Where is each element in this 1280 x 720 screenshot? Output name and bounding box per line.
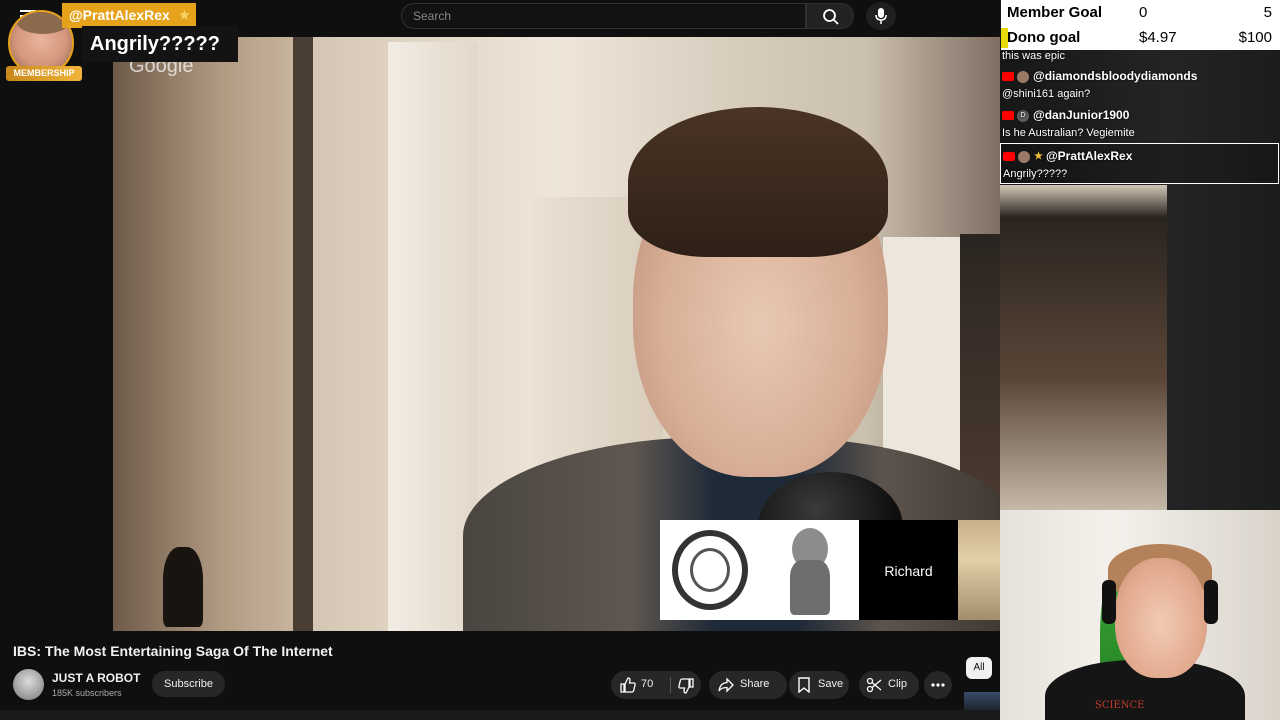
thumbs-up-icon	[620, 677, 636, 693]
clip-label: Clip	[888, 678, 907, 690]
save-icon	[798, 677, 810, 693]
youtube-icon	[1002, 72, 1014, 82]
dono-goal-current: $4.97	[1139, 29, 1177, 46]
mic-icon	[875, 8, 887, 24]
more-icon	[931, 683, 945, 687]
search-placeholder: Search	[413, 9, 452, 23]
chat-message-user: @diamondsbloodydiamonds	[1002, 69, 1197, 85]
search-input[interactable]: Search	[401, 3, 806, 29]
youtube-icon	[1003, 152, 1015, 162]
chat-message-text: Angrily?????	[1003, 168, 1068, 180]
voice-search-button[interactable]	[866, 2, 896, 30]
dono-goal-target: $100	[1238, 29, 1272, 46]
seal-inner-ring	[690, 548, 730, 592]
search-icon	[823, 9, 839, 25]
ouroboros-seal-image	[660, 520, 760, 620]
more-actions-button[interactable]	[924, 671, 952, 699]
member-goal-target: 5	[1263, 4, 1272, 21]
stream-layout: Search Google Richard MEMBERSHIP @PrattA…	[0, 0, 1280, 720]
chat-message-text: Is he Australian? Vegiemite	[1002, 127, 1135, 139]
dislike-button[interactable]	[671, 671, 701, 699]
bust-beard	[790, 560, 830, 615]
lower-third-graphic: Richard	[660, 520, 1000, 620]
video-background-wall	[113, 37, 293, 631]
save-label: Save	[818, 678, 844, 690]
lower-third-name: Richard	[884, 563, 933, 579]
chat-avatar: D	[1017, 109, 1029, 122]
youtube-icon	[1002, 111, 1014, 121]
channel-subscriber-count: 185K subscribers	[52, 688, 122, 698]
share-icon	[718, 677, 734, 693]
chat-username: @PrattAlexRex	[1045, 149, 1133, 163]
thumbs-down-icon	[678, 678, 694, 694]
membership-handle-text: @PrattAlexRex	[69, 7, 170, 23]
chat-message-user: ★ @PrattAlexRex	[1003, 149, 1132, 165]
dono-goal-row: Dono goal $4.97 $100	[1001, 25, 1280, 50]
streamer-webcam: SCIENCE	[1000, 510, 1280, 720]
lower-third-name-box: Richard	[859, 520, 958, 620]
chat-username: @diamondsbloodydiamonds	[1033, 69, 1198, 83]
chip-all[interactable]: All	[966, 657, 992, 679]
membership-handle: @PrattAlexRex ★	[62, 3, 196, 28]
chat-highlighted-message: ★ @PrattAlexRex Angrily?????	[1000, 143, 1279, 184]
channel-avatar[interactable]	[13, 669, 44, 700]
headset-left	[1102, 580, 1116, 624]
video-title: IBS: The Most Entertaining Saga Of The I…	[13, 643, 333, 659]
bust-statue-image	[760, 520, 859, 620]
star-icon: ★	[179, 8, 190, 22]
headset-right	[1204, 580, 1218, 624]
goal-widget: Member Goal 0 5 Dono goal $4.97 $100	[1001, 0, 1280, 50]
page-bottom-bar	[0, 710, 1000, 720]
speaker-hair	[628, 107, 888, 257]
dono-goal-label: Dono goal	[1007, 29, 1081, 46]
chat-message-text: @shini161 again?	[1002, 88, 1091, 100]
streamer-shirt-text: SCIENCE	[1095, 700, 1145, 711]
chat-message-user: D @danJunior1900	[1002, 108, 1129, 124]
video-statue	[163, 547, 203, 627]
chat-avatar	[1018, 150, 1030, 163]
channel-name[interactable]: JUST A ROBOT	[52, 671, 140, 685]
member-goal-row: Member Goal 0 5	[1001, 0, 1280, 25]
star-icon: ★	[1034, 151, 1043, 163]
lower-third-thumbnail	[958, 520, 1000, 620]
member-goal-current: 0	[1139, 4, 1148, 21]
membership-message: Angrily?????	[82, 26, 238, 62]
clip-icon	[866, 677, 882, 693]
video-right-edge	[1000, 185, 1167, 510]
like-count: 70	[641, 678, 654, 690]
membership-badge: MEMBERSHIP	[6, 66, 82, 81]
member-goal-label: Member Goal	[1007, 4, 1103, 21]
like-button[interactable]: 70	[611, 671, 669, 699]
save-button[interactable]: Save	[789, 671, 849, 699]
like-dislike-group: 70	[611, 671, 701, 699]
share-label: Share	[740, 678, 770, 690]
streamer-face	[1115, 558, 1207, 678]
chat-avatar	[1017, 70, 1029, 83]
video-doorframe	[293, 37, 313, 631]
chat-username: @danJunior1900	[1033, 108, 1130, 122]
search-button[interactable]	[806, 3, 854, 29]
clip-button[interactable]: Clip	[859, 671, 919, 699]
subscribe-button[interactable]: Subscribe	[152, 671, 225, 697]
chat-message-text: this was epic	[1002, 50, 1065, 62]
share-button[interactable]: Share	[709, 671, 787, 699]
